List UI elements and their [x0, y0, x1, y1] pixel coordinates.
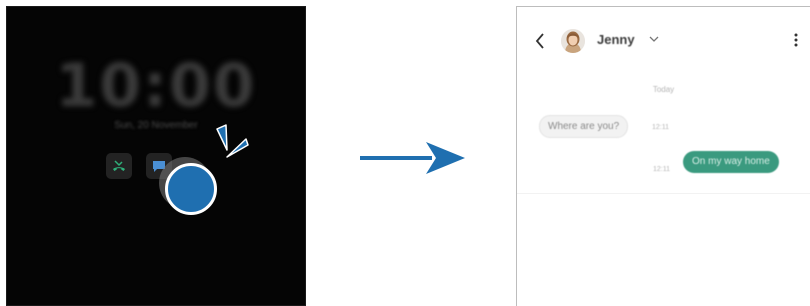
- outgoing-message: On my way home: [683, 151, 779, 173]
- chat-header: Jenny: [517, 7, 810, 69]
- chat-screen: Jenny Today Where are you? 12:11 12:11 O…: [516, 6, 810, 306]
- message-time: 12:11: [652, 124, 669, 131]
- day-label: Today: [652, 85, 675, 94]
- incoming-message: Where are you?: [539, 115, 629, 138]
- flow-arrow-icon: [360, 142, 465, 174]
- avatar[interactable]: [561, 29, 585, 53]
- tap-indicator-icon: [216, 124, 249, 158]
- message-time: 12:11: [653, 166, 670, 173]
- lock-screen: 10:00 Sun, 20 November: [6, 6, 306, 306]
- lock-date: Sun, 20 November: [114, 120, 198, 131]
- missed-call-notification[interactable]: [106, 153, 132, 179]
- more-options-icon[interactable]: [794, 33, 798, 47]
- back-icon[interactable]: [535, 33, 545, 49]
- divider: [517, 193, 810, 194]
- avatar-portrait-icon: [561, 29, 585, 53]
- lock-clock: 10:00: [55, 51, 257, 121]
- missed-call-icon: [113, 160, 125, 171]
- illustration: 10:00 Sun, 20 November Jenny Today Where…: [0, 0, 810, 306]
- contact-name[interactable]: Jenny: [597, 32, 635, 47]
- chevron-down-icon[interactable]: [649, 36, 659, 43]
- touch-point: [165, 163, 217, 215]
